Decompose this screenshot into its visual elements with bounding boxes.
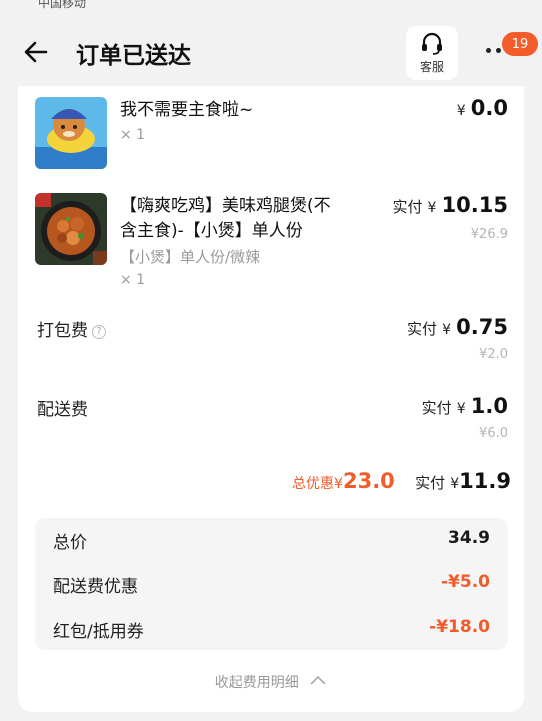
paid-label: 实付	[407, 320, 438, 338]
order-summary: 总优惠¥23.0 实付 ¥11.9	[292, 469, 511, 493]
total-paid-label: 实付	[415, 474, 446, 492]
item-name-line-2: 含主食)-【小煲】单人份	[120, 221, 303, 241]
packing-fee-original: ¥2.0	[479, 347, 508, 362]
currency-symbol: ¥	[427, 200, 437, 216]
item-thumbnail	[35, 97, 107, 169]
detail-label: 总价	[53, 533, 87, 553]
item-name: 我不需要主食啦~	[120, 100, 254, 120]
item-price: ¥ 0.0	[457, 96, 508, 120]
detail-value: 34.9	[448, 528, 490, 548]
question-circle-icon[interactable]: ?	[92, 324, 106, 339]
currency-symbol: ¥	[456, 401, 466, 417]
delivery-fee-price: 实付 ¥ 1.0	[422, 394, 508, 418]
discount-currency: ¥	[334, 476, 343, 492]
item-paid-amount: 10.15	[441, 193, 508, 217]
item-name-line-1: 【嗨爽吃鸡】美味鸡腿煲(不	[120, 196, 331, 216]
chevron-up-icon	[310, 675, 326, 685]
packing-fee-amount: 0.75	[456, 315, 508, 339]
item-paid-amount: 0.0	[470, 96, 508, 120]
fee-detail-box: 总价 34.9 配送费优惠 -¥5.0 红包/抵用券 -¥18.0	[35, 518, 508, 650]
delivery-fee-label: 配送费	[37, 400, 88, 420]
item-spec: 【小煲】单人份/微辣	[120, 248, 261, 266]
total-paid-amount: 11.9	[459, 469, 511, 493]
order-item: 【嗨爽吃鸡】美味鸡腿煲(不 含主食)-【小煲】单人份 【小煲】单人份/微辣 × …	[18, 193, 524, 293]
collapse-fee-detail-button[interactable]: 收起费用明细	[18, 672, 524, 692]
paid-label: 实付	[421, 399, 452, 417]
detail-row-delivery-discount: 配送费优惠 -¥5.0	[53, 572, 490, 597]
packing-fee-price: 实付 ¥ 0.75	[407, 315, 508, 339]
paid-currency: ¥	[450, 476, 460, 492]
item-quantity: × 1	[120, 272, 146, 288]
packing-fee-text: 打包费	[37, 321, 88, 341]
currency-symbol: ¥	[456, 103, 466, 119]
detail-label: 配送费优惠	[53, 577, 138, 597]
detail-value: -¥5.0	[441, 572, 490, 592]
arrow-left-icon	[24, 41, 48, 63]
item-quantity: × 1	[120, 127, 146, 143]
status-bar: 中国移动	[0, 0, 542, 12]
detail-row-coupon: 红包/抵用券 -¥18.0	[53, 617, 490, 642]
customer-service-label: 客服	[419, 59, 444, 74]
delivery-fee-original: ¥6.0	[479, 426, 508, 441]
item-thumbnail	[35, 193, 107, 265]
back-button[interactable]	[18, 34, 54, 70]
detail-row-total: 总价 34.9	[53, 528, 490, 553]
header: 订单已送达 客服 19	[0, 12, 542, 86]
order-detail-card: 我不需要主食啦~ × 1 ¥ 0.0 【嗨爽吃鸡】美味鸡腿煲(不 含主食)-【小…	[18, 86, 524, 712]
headset-icon	[422, 32, 442, 55]
item-original-price: ¥26.9	[470, 227, 508, 242]
detail-value: -¥18.0	[429, 617, 490, 637]
delivery-fee-amount: 1.0	[470, 394, 508, 418]
item-price: 实付 ¥ 10.15	[392, 193, 508, 217]
carrier-name: 中国移动	[38, 0, 87, 10]
paid-label: 实付	[392, 198, 423, 216]
total-discount-label: 总优惠	[292, 476, 335, 492]
notification-badge: 19	[502, 32, 538, 56]
currency-symbol: ¥	[442, 322, 452, 338]
page-title: 订单已送达	[76, 43, 191, 69]
total-discount-amount: 23.0	[342, 469, 395, 493]
customer-service-button[interactable]: 客服	[406, 26, 458, 80]
order-item: 我不需要主食啦~ × 1 ¥ 0.0	[18, 96, 524, 177]
detail-label: 红包/抵用券	[53, 622, 144, 642]
packing-fee-label: 打包费?	[37, 316, 106, 341]
collapse-label: 收起费用明细	[214, 675, 299, 691]
